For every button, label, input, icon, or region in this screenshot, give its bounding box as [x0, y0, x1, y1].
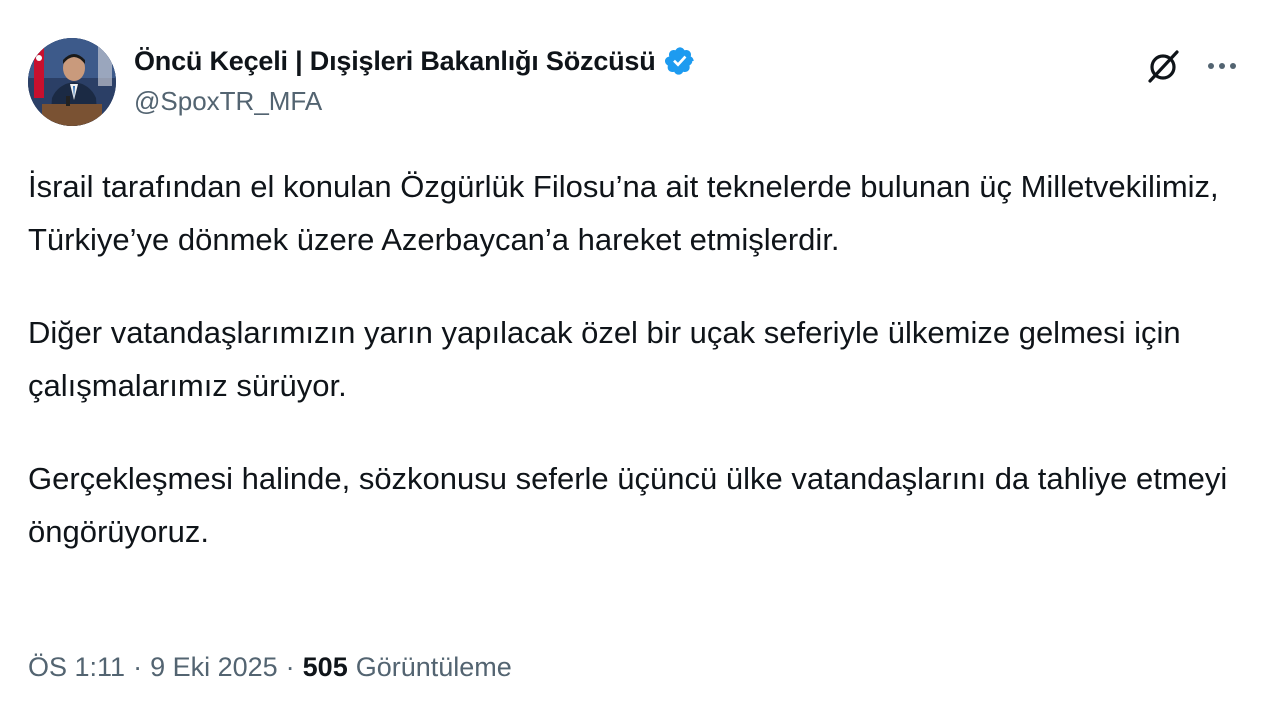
views-label: Görüntüleme [355, 652, 512, 682]
meta-separator: · [133, 652, 143, 682]
views-count[interactable]: 505 [303, 652, 348, 683]
tweet-paragraph: İsrail tarafından el konulan Özgürlük Fi… [28, 169, 1219, 257]
tweet-text: İsrail tarafından el konulan Özgürlük Fi… [28, 160, 1248, 598]
avatar-image [28, 38, 116, 126]
tweet-date[interactable]: 9 Eki 2025 [150, 652, 278, 683]
grok-icon[interactable] [1142, 44, 1186, 88]
tweet-paragraph: Gerçekleşmesi halinde, sözkonusu seferle… [28, 461, 1228, 549]
author-handle[interactable]: @SpoxTR_MFA [134, 86, 696, 117]
author-display-name[interactable]: Öncü Keçeli | Dışişleri Bakanlığı Sözcüs… [134, 46, 656, 77]
meta-separator: · [285, 652, 295, 682]
tweet-meta: ÖS 1:11 · 9 Eki 2025 · 505 Görüntüleme [28, 652, 512, 683]
tweet-paragraph: Diğer vatandaşlarımızın yarın yapılacak … [28, 315, 1181, 403]
tweet-actions [1142, 44, 1244, 88]
tweet-card: Öncü Keçeli | Dışişleri Bakanlığı Sözcüs… [0, 0, 1280, 720]
avatar[interactable] [28, 38, 116, 126]
more-icon[interactable] [1200, 44, 1244, 88]
author-block: Öncü Keçeli | Dışişleri Bakanlığı Sözcüs… [134, 42, 696, 117]
tweet-time[interactable]: ÖS 1:11 [28, 652, 125, 683]
author-name-row: Öncü Keçeli | Dışişleri Bakanlığı Sözcüs… [134, 42, 696, 80]
verified-badge-icon[interactable] [664, 45, 696, 77]
